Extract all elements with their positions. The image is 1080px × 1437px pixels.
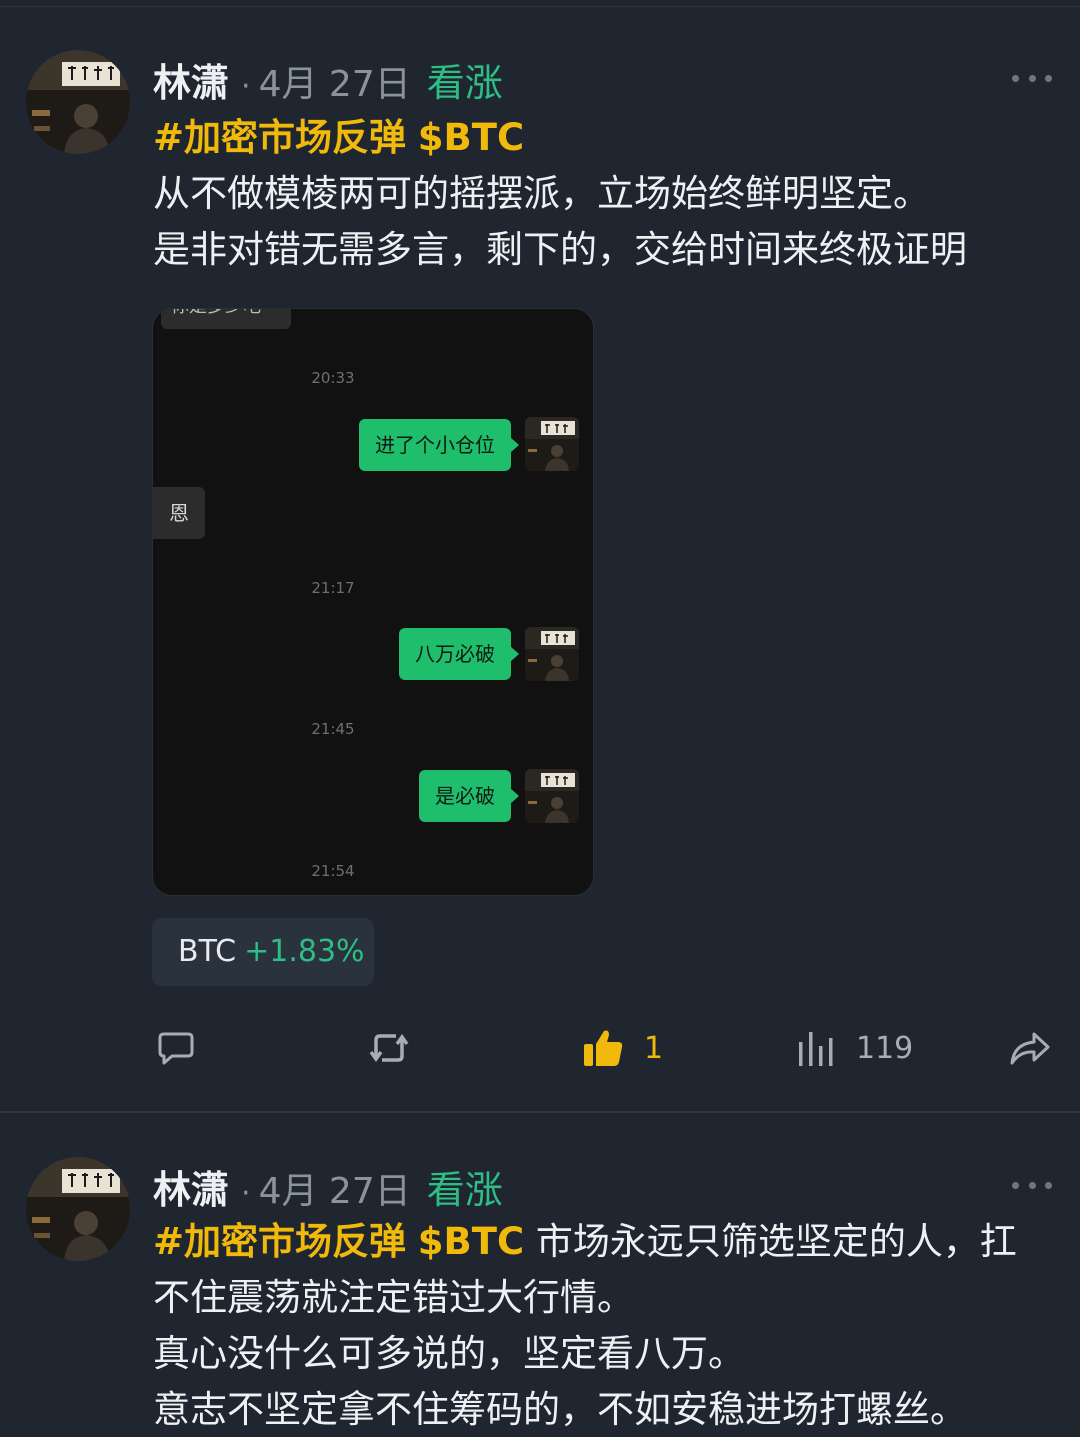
author-name[interactable]: 林潇 — [153, 52, 229, 107]
repost-icon — [369, 1033, 409, 1063]
separator-dot: · — [241, 69, 251, 104]
chat-bubble-outgoing: 是必破 — [419, 770, 519, 822]
cashtag-link[interactable]: $BTC — [418, 116, 524, 159]
ticker-chip[interactable]: BTC +1.83% — [152, 918, 374, 986]
content-line: 真心没什么可多说的，坚定看八万。 — [153, 1332, 745, 1375]
content-line: 是非对错无需多言，剩下的，交给时间来终极证明 — [153, 228, 967, 271]
comment-icon — [158, 1032, 194, 1065]
chat-screenshot-image[interactable]: 你是多少吧 20:33 进了个小仓位 恩 21:17 八万必破 21:45 是必… — [152, 308, 594, 896]
chat-timestamp: 21:45 — [311, 720, 355, 738]
more-icon[interactable] — [1012, 73, 1052, 83]
tag-line: #加密市场反弹 $BTC 市场永远只筛选坚定的人，扛 — [153, 1214, 1053, 1270]
ticker-symbol: BTC — [178, 934, 237, 969]
content-line: 从不做模棱两可的摇摆派，立场始终鲜明坚定。 — [153, 172, 930, 215]
tag-line: #加密市场反弹 $BTC — [153, 110, 1053, 166]
post-header: 林潇 · 4月 27日 看涨 — [153, 52, 503, 107]
chat-bubble-incoming: 恩 — [153, 487, 205, 539]
chat-bubble-outgoing: 八万必破 — [399, 628, 519, 680]
sentiment-badge: 看涨 — [426, 1168, 503, 1212]
like-button[interactable]: 1 — [582, 1018, 663, 1078]
cashtag-link[interactable]: $BTC — [418, 1220, 524, 1263]
post-date: 4月 27日 — [258, 64, 411, 105]
author-name[interactable]: 林潇 — [153, 1159, 229, 1214]
post-date: 4月 27日 — [258, 1171, 411, 1212]
sentiment-badge: 看涨 — [426, 61, 503, 105]
share-button[interactable] — [1008, 1018, 1052, 1078]
chat-timestamp: 21:54 — [311, 862, 355, 880]
comment-button[interactable] — [156, 1018, 196, 1078]
ticker-change: +1.83% — [244, 934, 365, 969]
chat-avatar — [525, 627, 579, 681]
chat-avatar — [525, 417, 579, 471]
chat-bubble-outgoing: 进了个小仓位 — [359, 419, 519, 471]
content-text: 市场永远只筛选坚定的人，扛 — [535, 1220, 1017, 1263]
author-avatar[interactable] — [26, 1157, 130, 1261]
like-count: 1 — [644, 1030, 664, 1066]
content-line: 意志不坚定拿不住筹码的，不如安稳进场打螺丝。 — [153, 1388, 967, 1431]
author-avatar[interactable] — [26, 50, 130, 154]
post-card: 林潇 · 4月 27日 看涨 #加密市场反弹 $BTC 从不做模棱两可的摇摆派，… — [0, 0, 1080, 1112]
post-content: #加密市场反弹 $BTC 从不做模棱两可的摇摆派，立场始终鲜明坚定。 是非对错无… — [153, 110, 1053, 278]
view-count: 119 — [856, 1030, 914, 1066]
action-bar: 1 119 — [0, 1018, 1080, 1078]
chat-timestamp: 21:17 — [311, 579, 355, 597]
views-icon — [799, 1032, 833, 1066]
chat-timestamp: 20:33 — [311, 369, 355, 387]
hashtag-link[interactable]: #加密市场反弹 — [153, 1220, 406, 1263]
chat-cut-bubble: 你是多少吧 — [161, 309, 291, 329]
separator-dot: · — [241, 1176, 251, 1211]
chat-avatar — [525, 769, 579, 823]
content-line: 不住震荡就注定错过大行情。 — [153, 1276, 634, 1319]
post-card: 林潇 · 4月 27日 看涨 #加密市场反弹 $BTC 市场永远只筛选坚定的人，… — [0, 1113, 1080, 1437]
repost-button[interactable] — [366, 1018, 412, 1078]
share-icon — [1010, 1032, 1050, 1065]
more-icon[interactable] — [1012, 1180, 1052, 1190]
views-button[interactable]: 119 — [796, 1018, 913, 1078]
thumbs-up-icon — [584, 1030, 623, 1066]
post-content: #加密市场反弹 $BTC 市场永远只筛选坚定的人，扛 不住震荡就注定错过大行情。… — [153, 1214, 1053, 1437]
hashtag-link[interactable]: #加密市场反弹 — [153, 116, 406, 159]
post-header: 林潇 · 4月 27日 看涨 — [153, 1159, 503, 1214]
